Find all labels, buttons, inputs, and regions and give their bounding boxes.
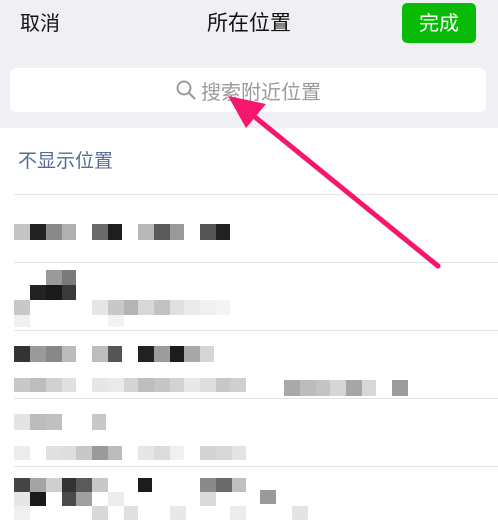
arrow-annotation (228, 96, 441, 269)
